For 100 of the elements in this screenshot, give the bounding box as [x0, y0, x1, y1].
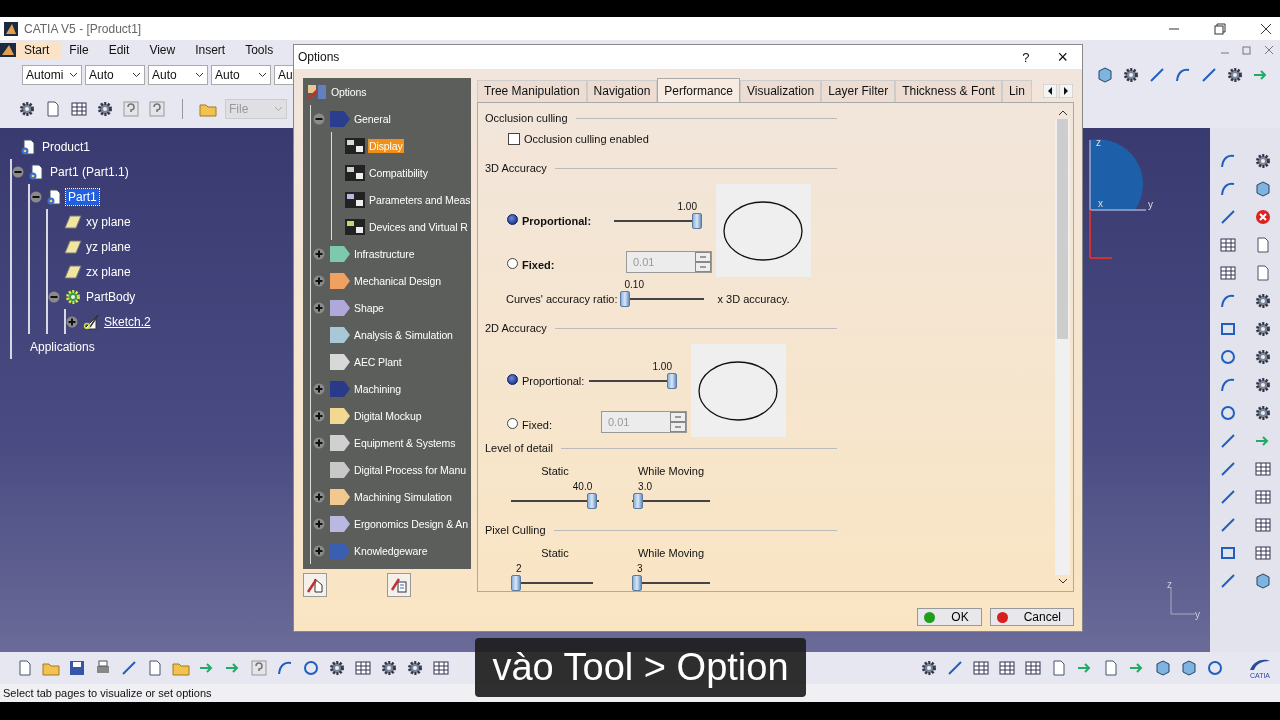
dropdown[interactable]: Automi: [22, 65, 82, 85]
curve-icon[interactable]: [1218, 292, 1237, 310]
cube-icon[interactable]: [1154, 659, 1172, 677]
slider-thumb[interactable]: [632, 575, 642, 591]
tab[interactable]: Thickness & Font: [895, 80, 1002, 102]
gear-icon[interactable]: [1253, 404, 1272, 422]
tree-item[interactable]: zx plane: [84, 263, 133, 280]
slider[interactable]: [511, 493, 599, 509]
help-button[interactable]: ?: [1008, 49, 1044, 65]
tree-item[interactable]: Analysis & Simulation: [353, 327, 454, 342]
plus-icon[interactable]: [313, 544, 325, 557]
scroll-up-icon[interactable]: [1057, 109, 1068, 117]
cancel-button[interactable]: Cancel: [989, 608, 1074, 626]
table-icon[interactable]: [1253, 488, 1272, 506]
circle-icon[interactable]: [302, 659, 320, 677]
minus-icon[interactable]: [30, 190, 42, 203]
menu-item[interactable]: Insert: [187, 41, 238, 59]
slider[interactable]: [511, 575, 593, 591]
slider-thumb[interactable]: [511, 575, 521, 591]
question-mark-icon[interactable]: [148, 100, 166, 118]
document-icon[interactable]: [16, 659, 34, 677]
ok-button[interactable]: OK: [917, 608, 982, 626]
gear-icon[interactable]: [18, 100, 36, 118]
line-icon[interactable]: [120, 659, 138, 677]
plus-icon[interactable]: [313, 301, 325, 314]
slider-thumb[interactable]: [586, 493, 597, 509]
circle-icon[interactable]: [1206, 659, 1224, 677]
scroll-left-icon[interactable]: [1043, 84, 1057, 98]
tree-item[interactable]: Infrastructure: [353, 246, 416, 261]
document-button[interactable]: [387, 573, 411, 597]
cube-icon[interactable]: [1253, 572, 1272, 590]
slider[interactable]: [619, 291, 704, 307]
tree-item[interactable]: PartBody: [84, 288, 138, 305]
document-icon[interactable]: [1102, 659, 1120, 677]
tree-item[interactable]: yz plane: [84, 238, 133, 255]
scroll-right-icon[interactable]: [1059, 84, 1073, 98]
slider[interactable]: [614, 213, 702, 229]
rectangle-icon[interactable]: [1218, 320, 1237, 338]
tree-item[interactable]: Mechanical Design: [353, 273, 442, 288]
table-icon[interactable]: [70, 100, 88, 118]
app-icon[interactable]: [0, 43, 16, 57]
stop-icon[interactable]: [1253, 208, 1272, 226]
tab[interactable]: Layer Filter: [821, 80, 896, 102]
gear-icon[interactable]: [1226, 66, 1244, 84]
gear-icon[interactable]: [920, 659, 938, 677]
spinner-icon[interactable]: [670, 412, 686, 432]
gear-icon[interactable]: [1253, 292, 1272, 310]
scroll-down-icon[interactable]: [1057, 577, 1068, 585]
gear-icon[interactable]: [328, 659, 346, 677]
tree-item[interactable]: Product1: [40, 138, 93, 155]
tree-item[interactable]: Devices and Virtual R: [368, 219, 469, 234]
slider[interactable]: [632, 493, 710, 509]
gear-icon[interactable]: [1122, 66, 1140, 84]
menu-item[interactable]: View: [141, 41, 188, 59]
slider[interactable]: [632, 575, 710, 591]
plus-icon[interactable]: [313, 517, 325, 530]
tree-item[interactable]: Compatibility: [368, 165, 429, 180]
radio-button[interactable]: [507, 214, 518, 225]
gear-icon[interactable]: [1253, 348, 1272, 366]
plus-icon[interactable]: [313, 436, 325, 449]
gear-icon[interactable]: [96, 100, 114, 118]
table-icon[interactable]: [998, 659, 1016, 677]
tab[interactable]: Visualization: [740, 80, 822, 102]
tab[interactable]: Lin: [1001, 80, 1032, 102]
line-icon[interactable]: [946, 659, 964, 677]
plus-icon[interactable]: [313, 274, 325, 287]
table-icon[interactable]: [432, 659, 450, 677]
gear-icon[interactable]: [380, 659, 398, 677]
tree-item[interactable]: Equipment & Systems: [353, 435, 457, 450]
circle-icon[interactable]: [1218, 348, 1237, 366]
minus-icon[interactable]: [313, 112, 325, 125]
dropdown[interactable]: Auto: [211, 65, 271, 85]
tree-item[interactable]: Applications: [28, 338, 97, 355]
curve-icon[interactable]: [1218, 152, 1237, 170]
slider-thumb[interactable]: [692, 213, 702, 229]
table-icon[interactable]: [1253, 516, 1272, 534]
tree-item[interactable]: Parameters and Meas: [368, 192, 471, 207]
radio-button[interactable]: [507, 374, 518, 385]
rectangle-icon[interactable]: [1218, 544, 1237, 562]
plus-icon[interactable]: [66, 315, 78, 328]
dropdown[interactable]: Auto: [85, 65, 145, 85]
gear-icon[interactable]: [1253, 152, 1272, 170]
curve-icon[interactable]: [1218, 376, 1237, 394]
dropdown[interactable]: Auto: [148, 65, 208, 85]
scrollbar[interactable]: [1055, 119, 1070, 575]
table-icon[interactable]: [1218, 264, 1237, 282]
tree-item[interactable]: xy plane: [84, 213, 133, 230]
minus-icon[interactable]: [12, 165, 24, 178]
menu-item[interactable]: File: [61, 41, 101, 59]
table-icon[interactable]: [1253, 544, 1272, 562]
table-icon[interactable]: [1253, 460, 1272, 478]
gear-icon[interactable]: [1253, 320, 1272, 338]
question-mark-icon[interactable]: [250, 659, 268, 677]
line-icon[interactable]: [1200, 66, 1218, 84]
document-icon[interactable]: [1050, 659, 1068, 677]
tree-item[interactable]: Knowledgeware: [353, 543, 429, 558]
restore-icon[interactable]: [1214, 22, 1226, 35]
tab[interactable]: Performance: [657, 78, 740, 102]
tree-item[interactable]: Machining Simulation: [353, 489, 453, 504]
gear-icon[interactable]: [406, 659, 424, 677]
